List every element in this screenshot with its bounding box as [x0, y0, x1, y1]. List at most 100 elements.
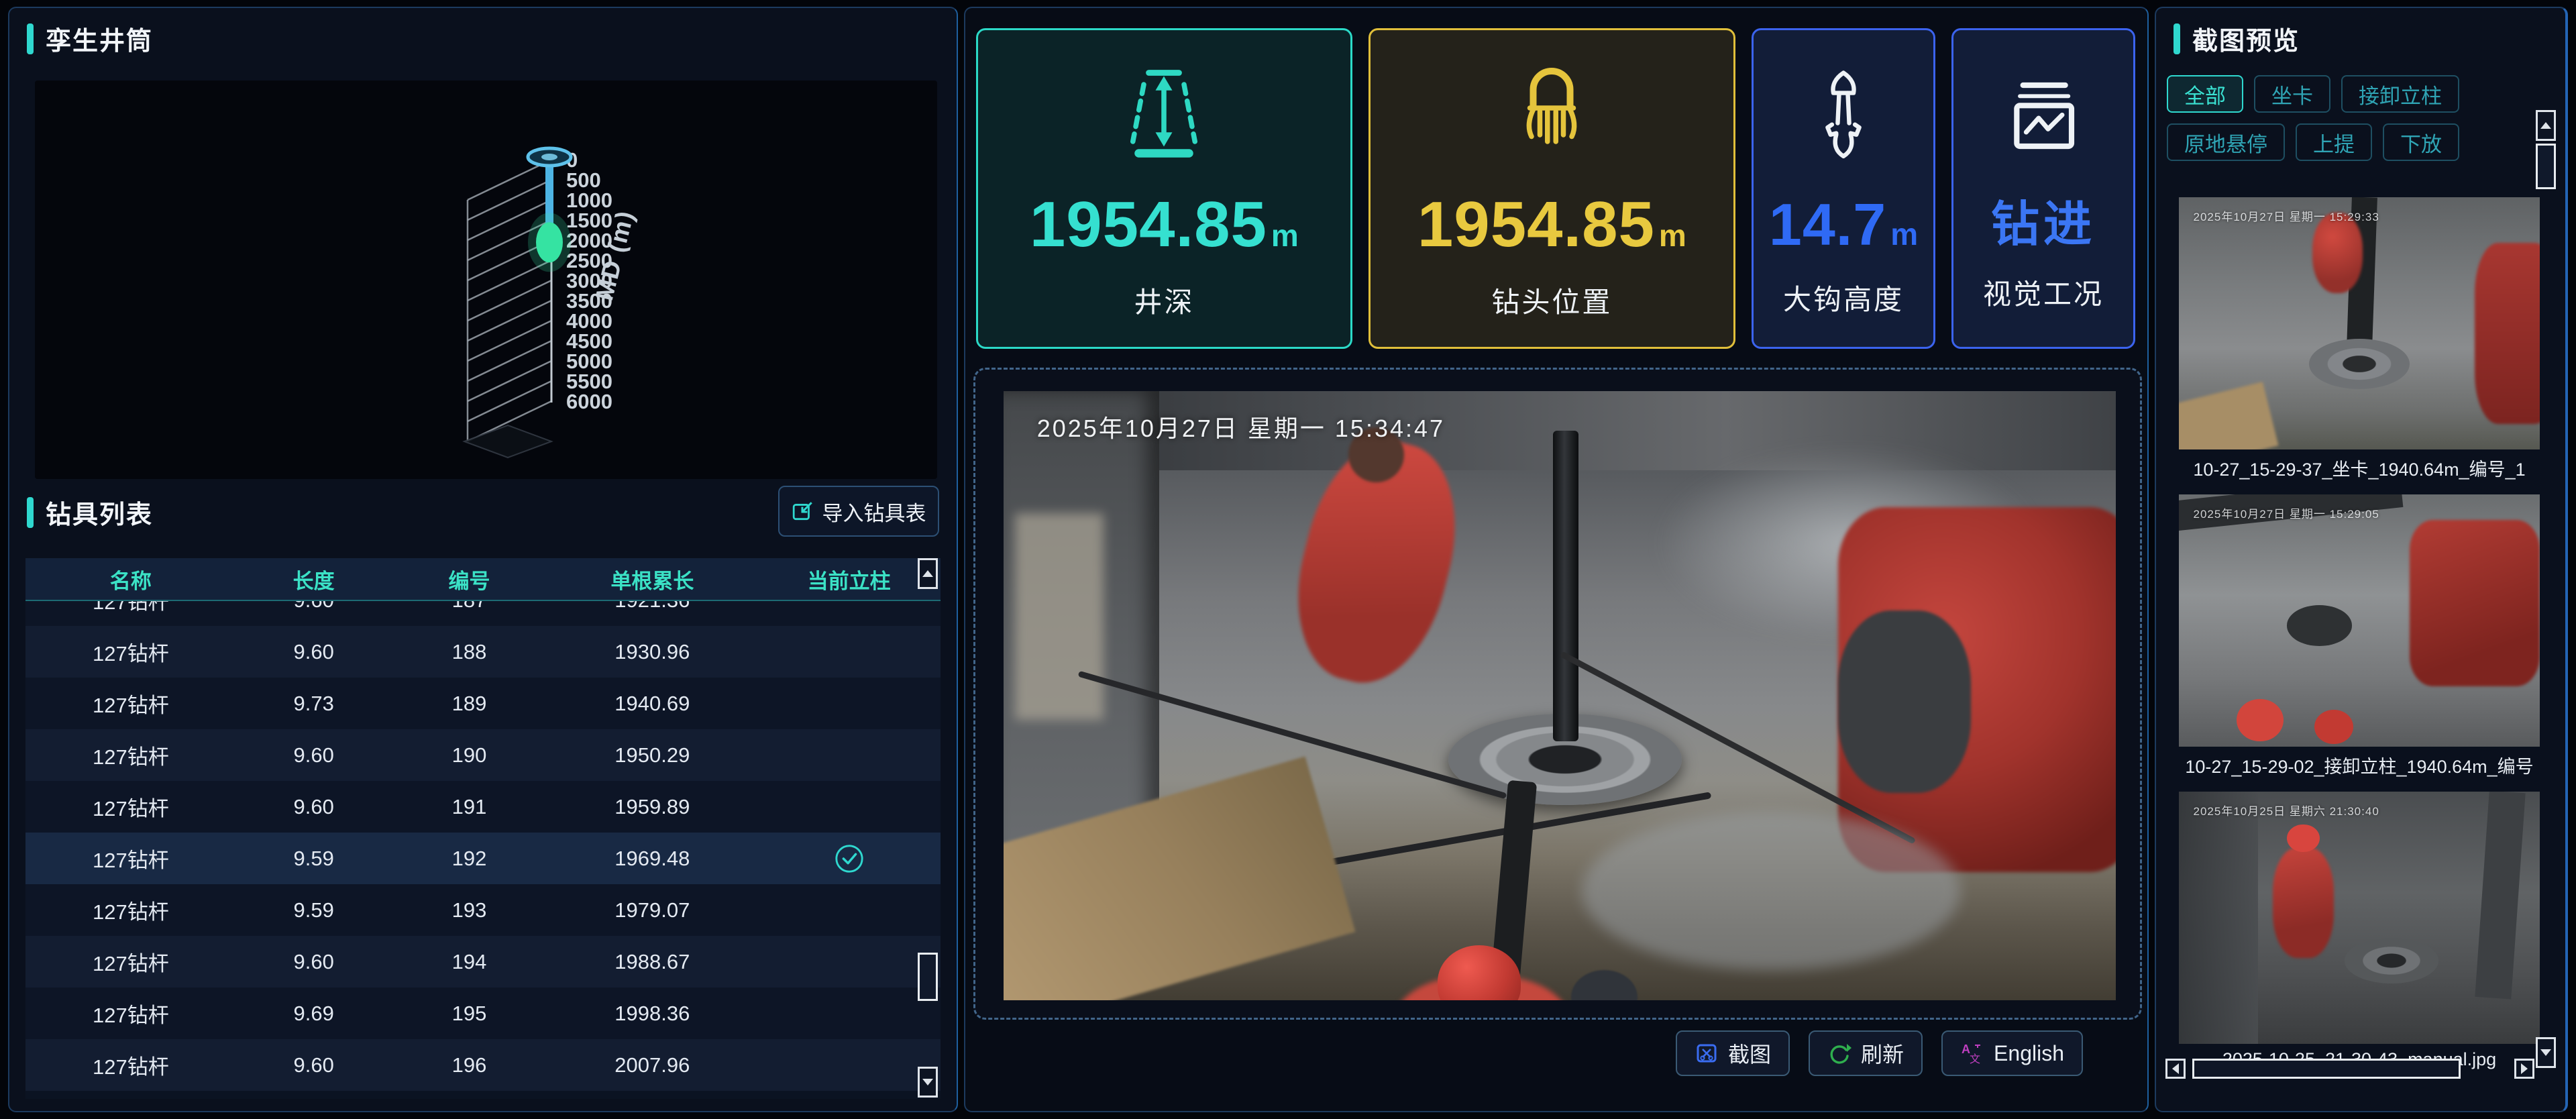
- preview-scroll-down-button[interactable]: [2536, 1037, 2556, 1068]
- cell-cumulative-length: 1940.69: [547, 692, 757, 716]
- table-row[interactable]: 127钻杆 9.60 190 1950.29: [25, 729, 941, 781]
- video-scene-light: [1015, 513, 1104, 721]
- thumbnail-image[interactable]: 2025年10月25日 星期六 21:30:40: [2179, 792, 2540, 1044]
- translate-icon: A 文: [1960, 1041, 1984, 1065]
- cell-cumulative-length: 2007.96: [547, 1053, 757, 1077]
- live-video-feed[interactable]: 2025年10月27日 星期一 15:34:47: [1004, 391, 2116, 1000]
- cell-number: 188: [392, 640, 547, 664]
- table-scrollbar[interactable]: [918, 558, 939, 1099]
- bit-position-value-row: 1954.85 m: [1417, 193, 1686, 257]
- triangle-right-icon: [2521, 1063, 2528, 1074]
- cell-current-stand: [757, 998, 941, 1029]
- import-tools-button[interactable]: 导入钻具表: [778, 486, 939, 537]
- cell-current-stand: [757, 1050, 941, 1081]
- table-body[interactable]: 127钻杆 9.60 187 1921.36 127钻杆 9.60 188 19…: [25, 600, 941, 1099]
- thumb-scene-shape: [2273, 847, 2334, 958]
- preview-scroll-left-button[interactable]: [2165, 1059, 2186, 1079]
- wellbore-3d-view[interactable]: 0500100015002000250030003500400045005000…: [35, 81, 937, 479]
- screenshot-button-label: 截图: [1728, 1038, 1771, 1069]
- table-scroll-up-button[interactable]: [918, 558, 938, 589]
- thumb-scene-shape: [2410, 520, 2540, 686]
- cell-number: 195: [392, 1002, 547, 1026]
- refresh-icon: [1827, 1041, 1851, 1065]
- cell-length: 9.60: [236, 600, 392, 612]
- tools-panel-title: 钻具列表: [27, 494, 153, 531]
- bit-position-label: 钻头位置: [1491, 280, 1612, 321]
- cell-cumulative-length: 1930.96: [547, 640, 757, 664]
- table-row[interactable]: 127钻杆 9.59 193 1979.07: [25, 884, 941, 936]
- cell-number: 192: [392, 847, 547, 871]
- cell-length: 9.60: [236, 950, 392, 974]
- language-toggle-label: English: [1994, 1041, 2064, 1066]
- cell-current-stand: [757, 843, 941, 874]
- svg-text:6000: 6000: [566, 390, 612, 413]
- cell-tool-name: 127钻杆: [25, 1050, 236, 1080]
- wellbore-panel-title-text: 孪生井筒: [46, 20, 153, 57]
- thumbnail-filename: 10-27_15-29-37_坐卡_1940.64m_编号_1: [2179, 455, 2540, 481]
- language-toggle-button[interactable]: A 文 English: [1941, 1030, 2083, 1076]
- preview-filter-button[interactable]: 接卸立柱: [2341, 75, 2459, 113]
- table-row[interactable]: 127钻杆 9.60 188 1930.96: [25, 626, 941, 678]
- refresh-button[interactable]: 刷新: [1809, 1030, 1923, 1076]
- table-row[interactable]: 127钻杆 9.73 189 1940.69: [25, 678, 941, 729]
- cell-length: 9.59: [236, 847, 392, 871]
- cell-tool-name: 127钻杆: [25, 947, 236, 977]
- preview-scrollbar-thumb[interactable]: [2536, 144, 2556, 189]
- thumbnail-image[interactable]: 2025年10月27日 星期一 15:29:05: [2179, 494, 2540, 747]
- thumbnail-image[interactable]: 2025年10月27日 星期一 15:29:33: [2179, 197, 2540, 449]
- preview-filter-button[interactable]: 下放: [2383, 123, 2459, 161]
- well-depth-unit: m: [1271, 220, 1299, 251]
- table-row[interactable]: 127钻杆 9.60 191 1959.89: [25, 781, 941, 833]
- drill-tools-table: 名称长度编号单根累长当前立柱 127钻杆 9.60 187 1921.36 12…: [25, 558, 941, 1099]
- stat-card-hook-height: 14.7 m 大钩高度: [1752, 28, 1935, 349]
- video-container: 2025年10月27日 星期一 15:34:47: [973, 368, 2142, 1020]
- table-row[interactable]: 127钻杆 9.69 195 1998.36: [25, 988, 941, 1039]
- thumb-scene-shape: [2475, 792, 2525, 1000]
- screenshot-thumbnail[interactable]: 2025年10月25日 星期六 21:30:40 2025-10-25_21-3…: [2179, 792, 2540, 1070]
- preview-hscrollbar-thumb[interactable]: [2192, 1059, 2461, 1079]
- table-row[interactable]: 127钻杆 9.60 196 2007.96: [25, 1039, 941, 1091]
- screenshot-thumbnail[interactable]: 2025年10月27日 星期一 15:29:05 10-27_15-29-02_…: [2179, 494, 2540, 778]
- table-scrollbar-thumb[interactable]: [918, 953, 938, 1001]
- triangle-up-icon: [2540, 122, 2551, 129]
- preview-horizontal-scrollbar[interactable]: [2165, 1059, 2534, 1081]
- thumb-scene-shape: [2179, 382, 2279, 449]
- column-header: 当前立柱: [757, 564, 941, 594]
- cell-number: 187: [392, 600, 547, 612]
- screenshot-button[interactable]: 截图: [1676, 1030, 1790, 1076]
- thumbnail-timestamp-overlay: 2025年10月27日 星期一 15:29:05: [2194, 504, 2379, 521]
- column-header: 名称: [25, 564, 236, 594]
- drill-bit-icon: [1501, 61, 1602, 168]
- cell-cumulative-length: 1988.67: [547, 950, 757, 974]
- title-accent-bar: [27, 23, 34, 54]
- screenshot-preview-panel: 截图预览 全部 坐卡 接卸立柱 原地悬停 上提 下放 2025年10月27日 星…: [2155, 7, 2568, 1112]
- cell-number: 191: [392, 795, 547, 819]
- table-row[interactable]: 127钻杆 9.59 192 1969.48: [25, 833, 941, 884]
- preview-filter-buttons: 全部 坐卡 接卸立柱 原地悬停 上提 下放: [2167, 75, 2544, 161]
- stat-cards: 1954.85 m 井深: [976, 28, 2135, 349]
- preview-vertical-scrollbar[interactable]: [2536, 110, 2557, 1069]
- stat-card-bit-position: 1954.85 m 钻头位置: [1368, 28, 1735, 349]
- hook-height-unit: m: [1890, 219, 1918, 250]
- screenshot-thumbnail[interactable]: 2025年10月27日 星期一 15:29:33 10-27_15-29-37_…: [2179, 197, 2540, 481]
- table-row[interactable]: 127钻杆 9.60 194 1988.67: [25, 936, 941, 988]
- thumb-scene-shape: [2237, 699, 2284, 742]
- preview-filter-button[interactable]: 原地悬停: [2167, 123, 2285, 161]
- video-scene-dark-machine: [1838, 610, 1972, 793]
- video-scene-wet-deck: [1582, 812, 1960, 970]
- preview-scroll-up-button[interactable]: [2536, 110, 2556, 141]
- well-depth-value-row: 1954.85 m: [1030, 193, 1299, 257]
- preview-panel-title: 截图预览: [2174, 20, 2300, 57]
- vision-status-label: 视觉工况: [1983, 272, 2104, 313]
- thumb-scene-shape: [2309, 339, 2410, 389]
- preview-scroll-right-button[interactable]: [2514, 1059, 2534, 1079]
- hook-height-label: 大钩高度: [1783, 277, 1904, 318]
- cell-tool-name: 127钻杆: [25, 895, 236, 925]
- preview-filter-button[interactable]: 全部: [2167, 75, 2243, 113]
- table-row[interactable]: 127钻杆 9.60 187 1921.36: [25, 600, 941, 626]
- cell-number: 196: [392, 1053, 547, 1077]
- table-scroll-down-button[interactable]: [918, 1067, 938, 1098]
- cell-cumulative-length: 1998.36: [547, 1002, 757, 1026]
- preview-filter-button[interactable]: 坐卡: [2254, 75, 2330, 113]
- preview-filter-button[interactable]: 上提: [2296, 123, 2372, 161]
